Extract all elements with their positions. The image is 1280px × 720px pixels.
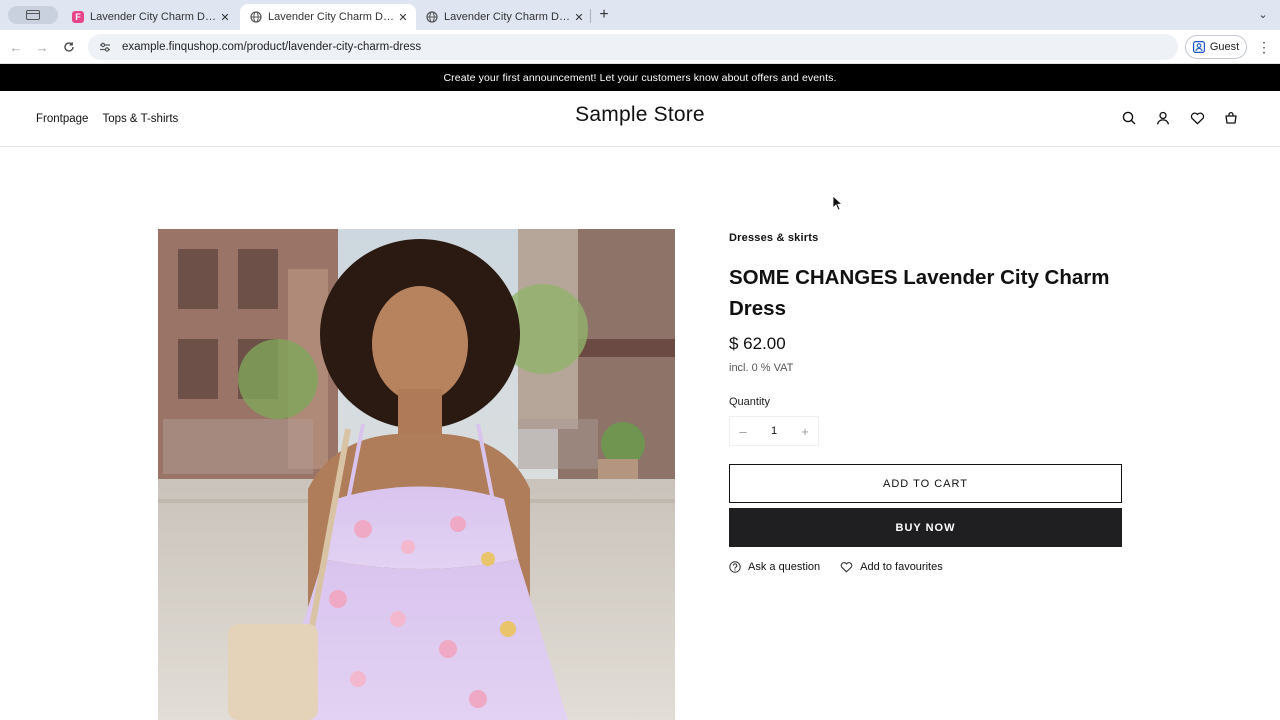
heart-icon xyxy=(840,562,853,573)
mouse-cursor-icon xyxy=(832,195,844,211)
browser-tab-2[interactable]: Lavender City Charm Dress – ✕ xyxy=(240,4,416,30)
close-icon[interactable]: ✕ xyxy=(572,11,586,24)
more-menu-icon[interactable]: ⋮ xyxy=(1256,38,1272,56)
browser-toolbar: ← → example.finqushop.com/product/lavend… xyxy=(0,30,1280,64)
globe-icon xyxy=(250,11,262,23)
product-image[interactable] xyxy=(158,229,675,720)
close-icon[interactable]: ✕ xyxy=(218,11,232,24)
vat-note: incl. 0 % VAT xyxy=(729,362,794,374)
ask-question-link[interactable]: Ask a question xyxy=(729,561,820,573)
announcement-bar: Create your first announcement! Let your… xyxy=(0,64,1280,91)
quantity-stepper: – 1 + xyxy=(729,416,819,446)
back-arrow-icon[interactable]: ← xyxy=(7,38,25,56)
browser-tab-1[interactable]: F Lavender City Charm Dress – ✕ xyxy=(62,4,238,30)
browser-tab-bar: F Lavender City Charm Dress – ✕ Lavender… xyxy=(0,0,1280,30)
product-title: SOME CHANGES Lavender City Charm Dress xyxy=(729,266,1110,320)
profile-icon xyxy=(1192,41,1205,53)
nav-link-frontpage[interactable]: Frontpage xyxy=(36,113,88,125)
reload-icon[interactable] xyxy=(60,38,78,56)
ask-question-label: Ask a question xyxy=(748,561,821,573)
plus-icon[interactable]: + xyxy=(798,424,812,439)
quantity-value[interactable]: 1 xyxy=(771,425,777,437)
browser-tab-3[interactable]: Lavender City Charm Dress – ✕ xyxy=(416,4,592,30)
add-to-cart-button[interactable]: ADD TO CART xyxy=(729,464,1122,503)
product-info: Dresses & skirts SOME CHANGES Lavender C… xyxy=(729,232,1122,573)
cart-icon[interactable] xyxy=(1222,109,1240,127)
buy-now-button[interactable]: BUY NOW xyxy=(729,508,1122,547)
heart-icon[interactable] xyxy=(1188,109,1206,127)
header-icons xyxy=(1120,109,1240,127)
quantity-label: Quantity xyxy=(729,396,770,408)
account-icon[interactable] xyxy=(1154,109,1172,127)
profile-button[interactable]: Guest xyxy=(1185,35,1247,59)
add-favourites-label: Add to favourites xyxy=(860,561,943,573)
address-bar[interactable]: example.finqushop.com/product/lavender-c… xyxy=(88,34,1178,60)
new-tab-button[interactable]: + xyxy=(596,6,612,24)
add-favourites-link[interactable]: Add to favourites xyxy=(840,561,943,573)
nav-link-tops[interactable]: Tops & T-shirts xyxy=(102,113,178,125)
product-category[interactable]: Dresses & skirts xyxy=(729,232,1122,244)
globe-icon xyxy=(426,11,438,23)
tab-separator xyxy=(590,9,591,23)
tab-title: Lavender City Charm Dress – xyxy=(90,11,218,23)
tab-switcher-icon xyxy=(26,10,40,20)
site-info-icon[interactable] xyxy=(98,40,112,54)
question-icon xyxy=(729,561,741,573)
profile-label: Guest xyxy=(1209,41,1240,53)
product-price: $ 62.00 xyxy=(729,334,786,353)
chevron-down-icon[interactable]: ⌄ xyxy=(1254,6,1272,24)
search-icon[interactable] xyxy=(1120,109,1138,127)
store-header: Frontpage Tops & T-shirts Sample Store xyxy=(0,91,1280,147)
minus-icon[interactable]: – xyxy=(736,424,750,439)
store-logo[interactable]: Sample Store xyxy=(540,103,740,127)
forward-arrow-icon[interactable]: → xyxy=(33,38,51,56)
tab-title: Lavender City Charm Dress – xyxy=(444,11,572,23)
url-text: example.finqushop.com/product/lavender-c… xyxy=(122,41,422,53)
store-nav: Frontpage Tops & T-shirts xyxy=(36,91,178,147)
tab-search-button[interactable] xyxy=(8,6,58,24)
product-actions: Ask a question Add to favourites xyxy=(729,561,1122,573)
close-icon[interactable]: ✕ xyxy=(396,11,410,24)
tab-title: Lavender City Charm Dress – xyxy=(268,11,396,23)
brand-icon: F xyxy=(72,11,84,23)
